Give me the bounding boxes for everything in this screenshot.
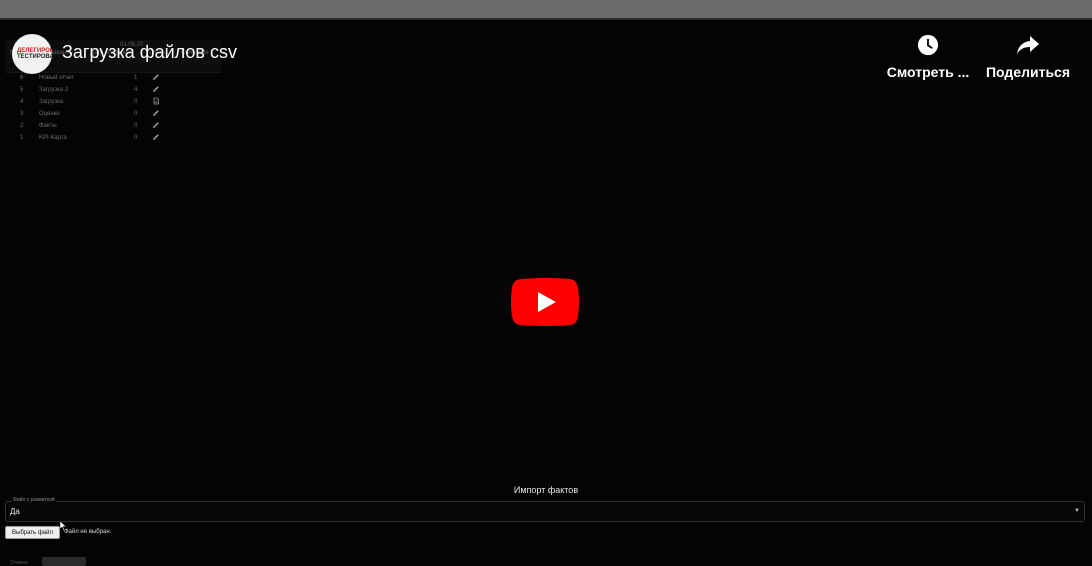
table-body: 6 Новый отчет 1 5 Загрузка 2 4 4 Загрузка 0 3 Оцен…: [6, 73, 221, 146]
table-row[interactable]: 6 Новый отчет 1: [6, 73, 221, 85]
pencil-icon[interactable]: [152, 85, 160, 95]
watch-later-button[interactable]: Смотреть ...: [886, 34, 970, 80]
channel-logo-line2: ТЕСТИРОВАНИЕ: [17, 54, 52, 60]
watch-later-label: Смотреть ...: [886, 64, 970, 80]
row-name: Факты: [39, 123, 57, 130]
submit-button[interactable]: [42, 557, 86, 566]
chevron-down-icon: ▼: [1074, 508, 1080, 514]
row-id: 3: [20, 111, 24, 118]
document-icon[interactable]: [152, 97, 160, 107]
markup-file-select-value: Да: [10, 507, 20, 516]
share-arrow-icon: [1017, 36, 1039, 54]
channel-logo-icon[interactable]: ДЕЛЕГИРОВАНИЕ ТЕСТИРОВАНИЕ: [12, 34, 52, 74]
table-row[interactable]: 5 Загрузка 2 4: [6, 85, 221, 97]
choose-file-button[interactable]: Выбрать файл: [5, 526, 60, 539]
pencil-icon[interactable]: [152, 73, 160, 83]
table-row[interactable]: 4 Загрузка 0: [6, 97, 221, 109]
cancel-link[interactable]: Отмена: [10, 560, 34, 566]
row-id: 5: [20, 87, 24, 94]
share-label: Поделиться: [985, 64, 1071, 80]
row-count: 1: [134, 75, 138, 81]
pencil-icon[interactable]: [152, 109, 160, 119]
video-player[interactable]: 01.06.20 ID Название Дата создания Кол-в…: [0, 20, 1092, 566]
import-heading: Импорт фактов: [513, 485, 579, 495]
table-row[interactable]: 3 Оценки 0: [6, 109, 221, 121]
channel-logo-text: ДЕЛЕГИРОВАНИЕ ТЕСТИРОВАНИЕ: [17, 48, 52, 60]
clock-icon: [917, 34, 939, 56]
row-count: 0: [134, 99, 138, 106]
row-id: 2: [20, 123, 24, 130]
row-name: Загрузка: [39, 99, 64, 106]
window-top-strip: [0, 0, 1092, 18]
import-form: Импорт фактов Файл с разметкой Да ▼ Выбр…: [0, 480, 1092, 566]
row-name: KPI-Карта: [39, 135, 67, 142]
row-count: 0: [134, 123, 138, 130]
row-count: 4: [134, 87, 138, 94]
table-row[interactable]: 1 KPI-Карта 0: [6, 133, 221, 145]
table-row[interactable]: 2 Факты 0: [6, 121, 221, 133]
share-button[interactable]: Поделиться: [986, 34, 1070, 80]
row-id: 4: [20, 99, 24, 106]
row-count: 0: [134, 111, 138, 118]
play-button[interactable]: [511, 278, 579, 326]
mouse-cursor-icon: [60, 521, 67, 531]
file-status: Файл не выбран.: [64, 529, 112, 535]
row-id: 1: [20, 135, 24, 142]
row-id: 6: [20, 75, 24, 81]
pencil-icon[interactable]: [152, 121, 160, 131]
row-name: Загрузка 2: [39, 87, 69, 94]
markup-file-select-label: Файл с разметкой: [12, 497, 56, 503]
markup-file-select[interactable]: Файл с разметкой Да ▼: [5, 497, 1085, 522]
youtube-play-icon: [511, 278, 579, 326]
pencil-icon[interactable]: [152, 133, 160, 143]
video-title[interactable]: Загрузка файлов csv: [62, 42, 237, 63]
row-count: 0: [134, 135, 138, 142]
row-name: Оценки: [39, 111, 60, 118]
row-name: Новый отчет: [39, 75, 75, 81]
